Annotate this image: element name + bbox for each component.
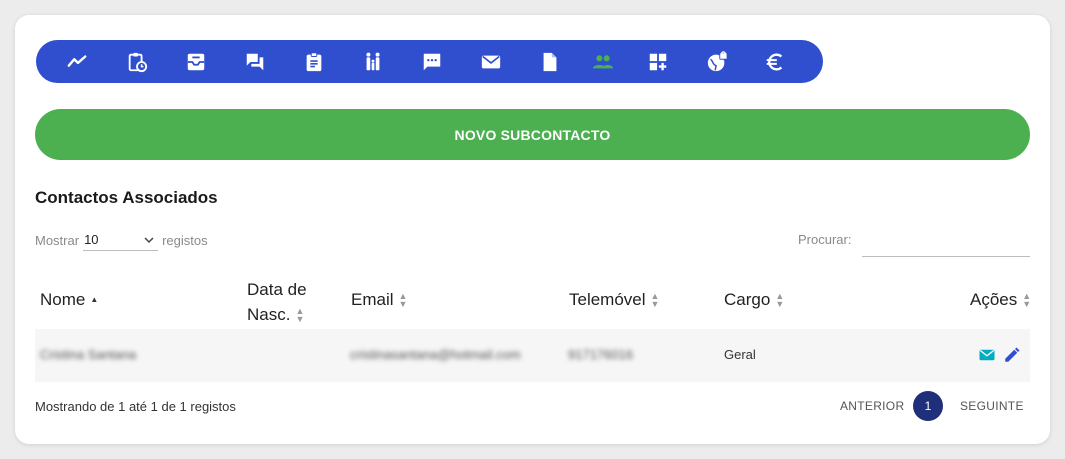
previous-page-button[interactable]: ANTERIOR	[840, 399, 904, 413]
family-icon[interactable]	[361, 50, 385, 74]
assignment-icon[interactable]	[302, 50, 326, 74]
column-header-data-nasc[interactable]: Data de Nasc. ▲ ▼	[247, 277, 307, 327]
length-control: Mostrar 10 registos	[35, 229, 208, 251]
chevron-down-icon	[144, 236, 154, 243]
public-lock-icon[interactable]	[705, 50, 729, 74]
forum-icon[interactable]	[243, 50, 267, 74]
trend-icon[interactable]	[65, 50, 89, 74]
column-header-acoes[interactable]: Ações ▲ ▼	[970, 290, 1031, 310]
send-email-icon[interactable]	[978, 346, 996, 364]
cell-cargo: Geral	[724, 347, 756, 362]
sort-icon: ▲ ▼	[295, 305, 305, 324]
edit-icon[interactable]	[1003, 346, 1021, 364]
dashboard-add-icon[interactable]	[646, 50, 670, 74]
next-page-button[interactable]: SEGUINTE	[960, 399, 1024, 413]
file-icon[interactable]	[538, 50, 562, 74]
sort-icon: ▲ ▼	[1022, 291, 1032, 309]
length-prefix: Mostrar	[35, 232, 80, 248]
page-1-button[interactable]: 1	[913, 391, 943, 421]
mail-icon[interactable]	[479, 50, 503, 74]
search-label: Procurar:	[798, 232, 852, 247]
main-card: NOVO SUBCONTACTO Contactos Associados Mo…	[15, 15, 1050, 444]
cell-telemovel: 917176016	[568, 347, 634, 362]
module-toolbar	[36, 40, 823, 83]
cell-nome: Cristina Santana	[40, 347, 137, 362]
sort-asc-icon: ▲	[90, 295, 99, 304]
table-info: Mostrando de 1 até 1 de 1 registos	[35, 399, 236, 414]
euro-icon[interactable]	[763, 50, 787, 74]
column-header-nome[interactable]: Nome ▲	[40, 290, 98, 310]
length-suffix: registos	[162, 232, 208, 248]
column-header-email[interactable]: Email ▲ ▼	[351, 290, 407, 310]
chat-icon[interactable]	[420, 50, 444, 74]
length-select[interactable]: 10	[83, 229, 159, 251]
inbox-icon[interactable]	[184, 50, 208, 74]
search-input[interactable]	[862, 226, 1030, 257]
column-header-telemovel[interactable]: Telemóvel ▲ ▼	[569, 290, 659, 310]
people-icon[interactable]	[591, 50, 615, 74]
table-row: Cristina Santana cristinasantana@hotmail…	[35, 329, 1030, 382]
sort-icon: ▲ ▼	[650, 291, 660, 309]
length-value: 10	[84, 232, 99, 247]
new-subcontact-button[interactable]: NOVO SUBCONTACTO	[35, 109, 1030, 160]
cell-email: cristinasantana@hotmail.com	[350, 347, 521, 362]
sort-icon: ▲ ▼	[398, 291, 408, 309]
section-title: Contactos Associados	[35, 188, 218, 207]
column-header-cargo[interactable]: Cargo ▲ ▼	[724, 290, 784, 310]
sort-icon: ▲ ▼	[775, 291, 785, 309]
clipboard-clock-icon[interactable]	[125, 50, 149, 74]
